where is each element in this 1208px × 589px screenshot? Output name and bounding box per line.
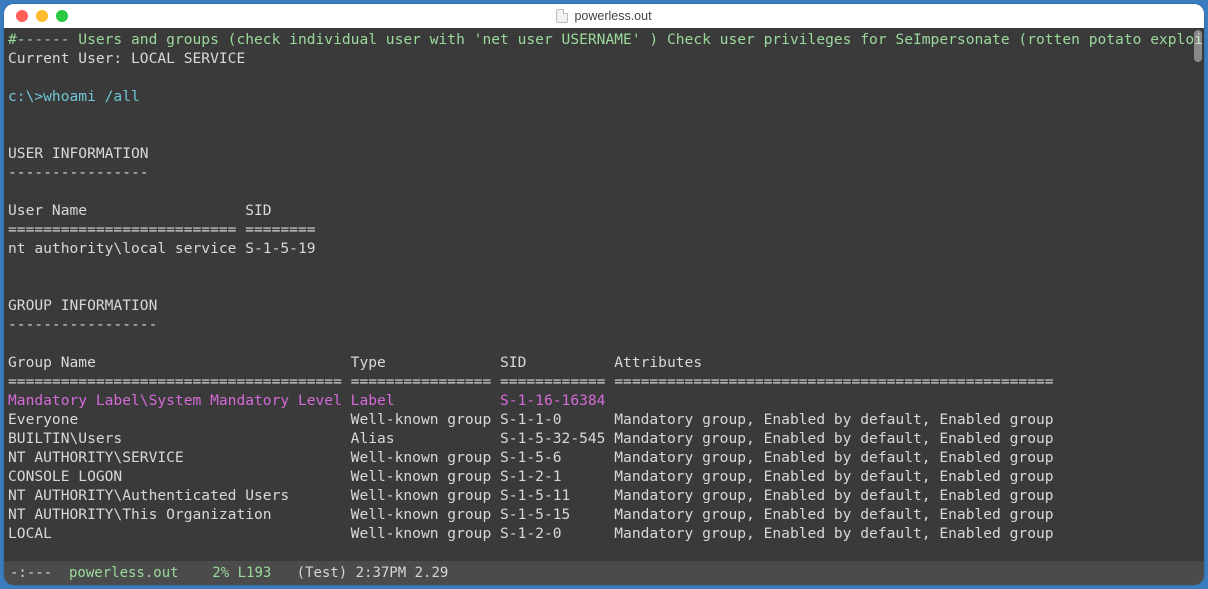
traffic-lights xyxy=(4,10,68,22)
section-header: #------ Users and groups (check individu… xyxy=(8,31,1204,48)
status-percent: 2% L193 xyxy=(187,565,297,581)
user-info-header: USER INFORMATION xyxy=(8,145,149,162)
window: powerless.out #------ Users and groups (… xyxy=(4,4,1204,585)
table-row: Mandatory Label\System Mandatory Level L… xyxy=(8,392,1054,409)
group-info-dash: ----------------- xyxy=(8,316,157,333)
zoom-icon[interactable] xyxy=(56,10,68,22)
terminal-output[interactable]: #------ Users and groups (check individu… xyxy=(4,28,1204,561)
table-row: LOCAL Well-known group S-1-2-0 Mandatory… xyxy=(8,525,1054,542)
close-icon[interactable] xyxy=(16,10,28,22)
scrollbar[interactable] xyxy=(1190,28,1204,561)
user-row: nt authority\local service S-1-5-19 xyxy=(8,240,316,257)
statusbar: -:--- powerless.out 2% L193 (Test) 2:37P… xyxy=(4,561,1204,585)
status-left: -:--- xyxy=(10,565,61,581)
table-row: NT AUTHORITY\SERVICE Well-known group S-… xyxy=(8,449,1054,466)
window-title: powerless.out xyxy=(4,9,1204,23)
file-icon xyxy=(556,9,568,23)
table-row: BUILTIN\Users Alias S-1-5-32-545 Mandato… xyxy=(8,430,1054,447)
user-info-dash: ---------------- xyxy=(8,164,149,181)
terminal-area: #------ Users and groups (check individu… xyxy=(4,28,1204,585)
user-columns-eq: ========================== ======== xyxy=(8,221,316,238)
user-columns: User Name SID xyxy=(8,202,316,219)
group-columns-eq: ====================================== =… xyxy=(8,373,1054,390)
group-info-header: GROUP INFORMATION xyxy=(8,297,157,314)
minimize-icon[interactable] xyxy=(36,10,48,22)
window-title-text: powerless.out xyxy=(574,9,651,23)
current-user-line: Current User: LOCAL SERVICE xyxy=(8,50,245,67)
status-rest: (Test) 2:37PM 2.29 xyxy=(297,565,449,581)
command-prompt: c:\>whoami /all xyxy=(8,88,140,105)
scroll-thumb[interactable] xyxy=(1194,30,1202,62)
titlebar: powerless.out xyxy=(4,4,1204,28)
table-row: NT AUTHORITY\This Organization Well-know… xyxy=(8,506,1054,523)
group-columns: Group Name Type SID Attributes xyxy=(8,354,1054,371)
table-row: CONSOLE LOGON Well-known group S-1-2-1 M… xyxy=(8,468,1054,485)
table-row: Everyone Well-known group S-1-1-0 Mandat… xyxy=(8,411,1054,428)
status-filename: powerless.out xyxy=(61,565,187,581)
table-row: NT AUTHORITY\Authenticated Users Well-kn… xyxy=(8,487,1054,504)
